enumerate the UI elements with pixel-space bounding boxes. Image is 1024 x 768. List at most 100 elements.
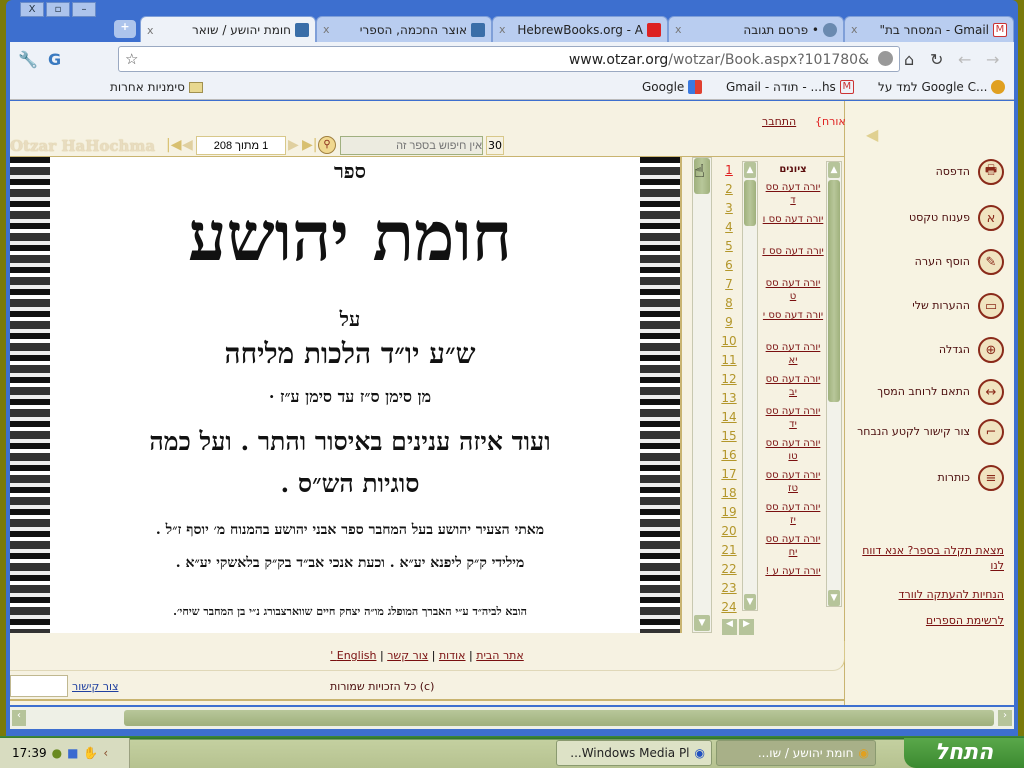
page-number-link[interactable]: 10 (718, 332, 740, 351)
tray-icon-network[interactable]: ■ (67, 746, 78, 760)
page-number-link[interactable]: 1 (718, 161, 740, 180)
next-page-icon[interactable]: ▶ (288, 137, 299, 153)
reload-icon[interactable]: ↻ (930, 50, 943, 69)
citation-link[interactable]: יורה דעה סס ד (762, 179, 824, 211)
page-number-link[interactable]: 11 (718, 351, 740, 370)
sidebar-tool-3[interactable]: ▭ ההערות שלי (850, 293, 1004, 319)
bookmark-gmail[interactable]: Mhs... - תודה - Gmail (726, 80, 854, 94)
close-tab-icon[interactable]: x (147, 24, 154, 37)
footer-english-link[interactable]: English ' (330, 649, 376, 662)
tray-icon-shield[interactable]: ● (52, 746, 62, 760)
citation-link[interactable]: יורה דעה סס ט (762, 275, 824, 307)
scroll-left-button[interactable]: ‹ (12, 710, 26, 726)
page-number-link[interactable]: 20 (718, 522, 740, 541)
scroll-down-button[interactable]: ▼ (828, 590, 840, 606)
citation-link[interactable]: יורה דעה סס י (762, 307, 824, 339)
tray-expand-icon[interactable]: ‹ (103, 746, 108, 760)
page-number-link[interactable]: 12 (718, 370, 740, 389)
scroll-down-button[interactable]: ▼ (694, 615, 710, 631)
citation-link[interactable]: יורה דעה סס יא (762, 339, 824, 371)
page-number-link[interactable]: 2 (718, 180, 740, 199)
page-number-link[interactable]: 19 (718, 503, 740, 522)
scrollbar-thumb[interactable] (124, 710, 994, 726)
page-number-link[interactable]: 13 (718, 389, 740, 408)
last-page-icon[interactable]: ▶| (302, 137, 317, 153)
url-text[interactable]: www.otzar.org/wotzar/Book.aspx?101780& (569, 52, 869, 68)
page-number-link[interactable]: 18 (718, 484, 740, 503)
home-icon[interactable]: ⌂ (904, 50, 914, 69)
footer-contact-link[interactable]: צור קשר (387, 649, 428, 662)
sidebar-tool-4[interactable]: ⊕ הגדלה (850, 337, 1004, 363)
page-number-link[interactable]: 4 (718, 218, 740, 237)
taskbar-chrome-window[interactable]: ◉ חומת יהושע / שו... (716, 740, 876, 766)
tab-otzar[interactable]: אוצר החכמה, הספרי x (316, 16, 492, 42)
page-horizontal-scrollbar[interactable]: ‹ › (10, 707, 1014, 729)
login-link[interactable]: התחבר (762, 115, 796, 128)
create-link-link[interactable]: צור קישור (72, 673, 119, 701)
page-list-scrollbar[interactable]: ▲ ▼ (742, 161, 758, 611)
close-tab-icon[interactable]: x (323, 23, 330, 36)
citations-scrollbar[interactable]: ▲ ▼ (826, 161, 842, 607)
tab-post-comment[interactable]: • פרסם תגובה x (668, 16, 844, 42)
tab-gmail[interactable]: M Gmail - המסחר בת" x (844, 16, 1014, 42)
close-tab-icon[interactable]: x (675, 23, 682, 36)
page-number-link[interactable]: 21 (718, 541, 740, 560)
citation-link[interactable]: יורה דעה סס יב (762, 371, 824, 403)
citation-link[interactable]: יורה דעה סס טז (762, 467, 824, 499)
copy-instructions-link[interactable]: הנחיות להעתקה לוורד (899, 587, 1004, 602)
zoom-level[interactable]: 30 (486, 136, 504, 155)
bookmark-google[interactable]: Google (642, 80, 703, 94)
link-output-input[interactable] (10, 675, 68, 697)
tab-hometh-yehoshua[interactable]: חומת יהושע / שואר x (140, 16, 316, 43)
page-number-link[interactable]: 5 (718, 237, 740, 256)
scroll-right-button[interactable]: ▶ (739, 619, 754, 635)
page-number-link[interactable]: 24 (718, 598, 740, 617)
wrench-icon[interactable]: 🔧 (18, 50, 38, 69)
sidebar-tool-1[interactable]: א פענוח טקסט (850, 205, 1004, 231)
footer-about-link[interactable]: אודות (439, 649, 466, 662)
forward-icon[interactable]: → (986, 50, 999, 69)
search-icon[interactable]: ⚲ (318, 136, 336, 154)
scroll-left-button[interactable]: ◀ (722, 619, 737, 635)
page-number-link[interactable]: 6 (718, 256, 740, 275)
citation-link[interactable]: יורה דעה סס יח (762, 531, 824, 563)
other-bookmarks[interactable]: סימניות אחרות (110, 80, 203, 94)
new-tab-button[interactable]: + (114, 20, 136, 38)
close-tab-icon[interactable]: x (851, 23, 858, 36)
page-number-link[interactable]: 23 (718, 579, 740, 598)
scroll-up-button[interactable]: ▲ (744, 162, 756, 178)
page-number-link[interactable]: 8 (718, 294, 740, 313)
collapse-sidebar-icon[interactable]: ◀ (866, 125, 878, 144)
bookmark-star-icon[interactable]: ☆ (125, 50, 138, 68)
sidebar-tool-5[interactable]: ↔ התאם לרוחב המסך (850, 379, 1004, 405)
page-number-link[interactable]: 17 (718, 465, 740, 484)
back-icon[interactable]: ← (958, 50, 971, 69)
book-search-input[interactable] (340, 136, 483, 155)
scroll-up-button[interactable]: ▲ (828, 162, 840, 178)
start-button[interactable]: התחל (904, 738, 1024, 768)
citation-link[interactable]: יורה דעה סס ו (762, 211, 824, 243)
page-number-link[interactable]: 14 (718, 408, 740, 427)
bookmark-learn-google[interactable]: ...Google C למד על (878, 80, 1006, 94)
address-bar[interactable]: ☆ www.otzar.org/wotzar/Book.aspx?101780& (118, 46, 900, 72)
page-number-link[interactable]: 9 (718, 313, 740, 332)
page-number-link[interactable]: 3 (718, 199, 740, 218)
citation-link[interactable]: יורה דעה סס טו (762, 435, 824, 467)
page-number-link[interactable]: 22 (718, 560, 740, 579)
scroll-right-button[interactable]: › (998, 710, 1012, 726)
books-list-link[interactable]: לרשימת הספרים (926, 613, 1004, 628)
taskbar-windows-media-player[interactable]: ◉ Windows Media Pl... (556, 740, 712, 766)
citation-link[interactable]: יורה דעה סס ז (762, 243, 824, 275)
close-tab-icon[interactable]: x (499, 23, 506, 36)
google-toolbar-icon[interactable]: G (48, 50, 61, 69)
tray-icon-hand[interactable]: ✋ (83, 746, 98, 760)
scroll-down-button[interactable]: ▼ (744, 594, 756, 610)
first-page-icon[interactable]: |◀ (166, 137, 181, 153)
sidebar-tool-0[interactable]: 🖶 הדפסה (850, 159, 1004, 185)
sidebar-tool-7[interactable]: ≡ כותרות (850, 465, 1004, 491)
report-error-link[interactable]: מצאת תקלה בספר? אנא דווח לנו (846, 543, 1004, 573)
citation-link[interactable]: יורה דעה סס יז (762, 499, 824, 531)
citation-link[interactable]: יורה דעה סס יד (762, 403, 824, 435)
sidebar-tool-2[interactable]: ✎ הוסף הערה (850, 249, 1004, 275)
page-image-scrollbar[interactable]: ▼ (692, 157, 712, 633)
